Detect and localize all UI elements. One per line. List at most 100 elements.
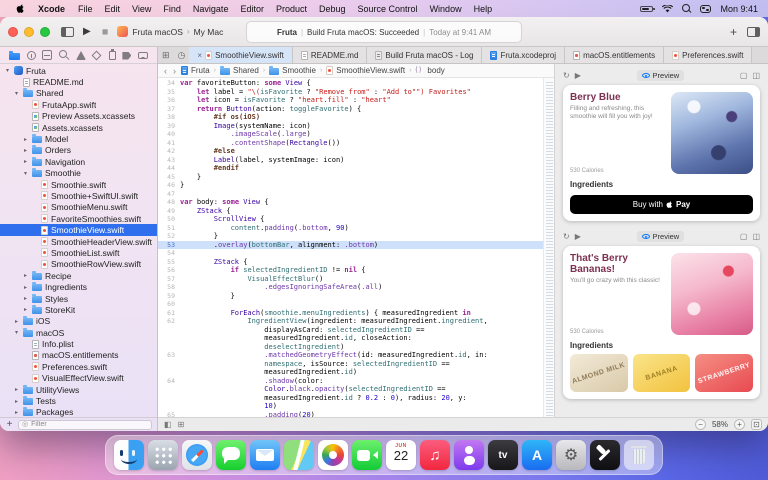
disclosure-chevron[interactable]: ▸ — [22, 147, 29, 154]
disclosure-chevron[interactable]: ▸ — [22, 306, 29, 313]
tree-item-storekit[interactable]: ▸StoreKit — [0, 304, 157, 315]
tree-item-smoothiemenu-swift[interactable]: SmoothieMenu.swift — [0, 202, 157, 213]
disclosure-chevron[interactable]: ▸ — [22, 158, 29, 165]
code-line-38[interactable]: 38 #if os(iOS) — [158, 113, 543, 122]
code-line-52[interactable]: 52 } — [158, 232, 543, 241]
menu-window[interactable]: Window — [424, 4, 468, 14]
tree-item-preview-assets-xcassets[interactable]: Preview Assets.xcassets — [0, 111, 157, 122]
line-number[interactable]: 40 — [158, 130, 180, 139]
back-button[interactable]: ‹ — [163, 66, 168, 76]
disclosure-chevron[interactable]: ▾ — [13, 329, 20, 336]
code-line-61[interactable]: 61 ForEach(smoothie.menuIngredients) { m… — [158, 309, 543, 318]
code-line-wrap[interactable]: measuredIngredient.id) — [158, 368, 543, 377]
line-number[interactable]: 43 — [158, 156, 180, 165]
source-control-navigator-icon[interactable] — [27, 51, 36, 60]
line-number[interactable]: 38 — [158, 113, 180, 122]
preview-card-berry-blue[interactable]: Berry Blue Filling and refreshing, this … — [563, 85, 760, 221]
device-settings-icon[interactable]: ▢ — [740, 72, 748, 80]
code-line-46[interactable]: 46} — [158, 181, 543, 190]
line-number[interactable]: 36 — [158, 96, 180, 105]
debug-navigator-icon[interactable] — [109, 51, 116, 60]
tests-navigator-icon[interactable] — [92, 50, 102, 60]
menu-edit[interactable]: Edit — [99, 4, 127, 14]
ingredient-card-almond-milk[interactable]: ALMOND MILK — [570, 354, 628, 392]
line-number[interactable]: 51 — [158, 224, 180, 233]
close-tab-icon[interactable]: × — [197, 51, 202, 60]
line-number[interactable]: 57 — [158, 275, 180, 284]
dock-messages-icon[interactable] — [216, 440, 246, 470]
code-line-55[interactable]: 55 ZStack { — [158, 258, 543, 267]
menu-editor[interactable]: Editor — [234, 4, 270, 14]
line-number[interactable] — [158, 360, 180, 369]
code-line-63[interactable]: 63 .matchedGeometryEffect(id: measuredIn… — [158, 351, 543, 360]
tree-item-info-plist[interactable]: Info.plist — [0, 338, 157, 349]
tab-overview-icon[interactable]: ⊞ — [158, 50, 174, 61]
tree-item-frutaapp-swift[interactable]: FrutaApp.swift — [0, 99, 157, 110]
code-line-43[interactable]: 43 Label(label, systemImage: icon) — [158, 156, 543, 165]
disclosure-chevron[interactable]: ▸ — [13, 318, 20, 325]
menu-navigate[interactable]: Navigate — [187, 4, 235, 14]
line-number[interactable] — [158, 385, 180, 394]
code-line-62[interactable]: 62 IngredientView(ingredient: measuredIn… — [158, 317, 543, 326]
disclosure-chevron[interactable]: ▸ — [22, 272, 29, 279]
line-number[interactable]: 42 — [158, 147, 180, 156]
battery-icon[interactable] — [640, 6, 653, 12]
symbols-navigator-icon[interactable] — [42, 50, 52, 60]
code-line-37[interactable]: 37 return Button(action: toggleFavorite)… — [158, 105, 543, 114]
line-number[interactable] — [158, 326, 180, 335]
tree-item-smoothieheaderview-swift[interactable]: SmoothieHeaderView.swift — [0, 236, 157, 247]
breadcrumb-item-smoothie[interactable]: Smoothie — [269, 66, 316, 75]
disclosure-chevron[interactable]: ▸ — [22, 284, 29, 291]
code-line-44[interactable]: 44 #endif — [158, 164, 543, 173]
line-number[interactable]: 48 — [158, 198, 180, 207]
code-line-57[interactable]: 57 VisualEffectBlur() — [158, 275, 543, 284]
line-number[interactable] — [158, 334, 180, 343]
menu-debug[interactable]: Debug — [313, 4, 352, 14]
line-number[interactable]: 50 — [158, 215, 180, 224]
line-number[interactable]: 34 — [158, 79, 180, 88]
line-number[interactable]: 45 — [158, 173, 180, 182]
tree-item-ios[interactable]: ▸iOS — [0, 316, 157, 327]
line-number[interactable] — [158, 368, 180, 377]
menu-help[interactable]: Help — [468, 4, 499, 14]
breadcrumb-item-smoothieview-swift[interactable]: SmoothieView.swift — [326, 66, 405, 75]
code-line-45[interactable]: 45 } — [158, 173, 543, 182]
reports-navigator-icon[interactable] — [138, 52, 148, 59]
tab-build-fruta-macos-log[interactable]: Build Fruta macOS - Log — [367, 47, 482, 63]
tree-item-smoothie-swift[interactable]: Smoothie.swift — [0, 179, 157, 190]
library-plus-icon[interactable]: + — [730, 26, 737, 38]
preview-mode-pill[interactable]: Preview — [637, 70, 685, 81]
code-line-wrap[interactable]: deselectIngredient) — [158, 343, 543, 352]
toggle-inspector-icon[interactable] — [747, 27, 760, 37]
spotlight-icon[interactable] — [682, 4, 691, 13]
disclosure-chevron[interactable]: ▾ — [4, 67, 11, 74]
refresh-preview-icon[interactable]: ↻ — [563, 233, 570, 241]
ingredient-card-strawberry[interactable]: STRAWBERRY — [695, 354, 753, 392]
tree-item-smoothielist-swift[interactable]: SmoothieList.swift — [0, 247, 157, 258]
preview-mode-pill[interactable]: Preview — [637, 231, 685, 242]
code-line-54[interactable]: 54 — [158, 249, 543, 258]
disclosure-chevron[interactable]: ▸ — [13, 398, 20, 405]
line-number[interactable]: 35 — [158, 88, 180, 97]
line-number[interactable] — [158, 402, 180, 411]
tree-item-smoothie-swiftui-swift[interactable]: Smoothie+SwiftUI.swift — [0, 190, 157, 201]
code-line-58[interactable]: 58 .edgesIgnoringSafeArea(.all) — [158, 283, 543, 292]
live-preview-icon[interactable]: ▶ — [575, 72, 581, 80]
device-settings-icon[interactable]: ▢ — [740, 233, 748, 241]
dock-maps-icon[interactable] — [284, 440, 314, 470]
line-number[interactable]: 44 — [158, 164, 180, 173]
forward-button[interactable]: › — [172, 66, 177, 76]
code-line-50[interactable]: 50 ScrollView { — [158, 215, 543, 224]
tree-item-favoritesmoothies-swift[interactable]: FavoriteSmoothies.swift — [0, 213, 157, 224]
line-number[interactable]: 46 — [158, 181, 180, 190]
zoom-fit-button[interactable]: ⊡ — [751, 419, 762, 430]
code-line-41[interactable]: 41 .contentShape(Rectangle()) — [158, 139, 543, 148]
issues-navigator-icon[interactable] — [76, 51, 86, 60]
tree-item-fruta[interactable]: ▾Fruta — [0, 65, 157, 76]
ingredient-card-banana[interactable]: BANANA — [633, 354, 691, 392]
tree-item-tests[interactable]: ▸Tests — [0, 395, 157, 406]
code-line-40[interactable]: 40 .imageScale(.large) — [158, 130, 543, 139]
tree-item-shared[interactable]: ▾Shared — [0, 88, 157, 99]
line-number[interactable]: 60 — [158, 300, 180, 309]
disclosure-chevron[interactable]: ▸ — [13, 386, 20, 393]
